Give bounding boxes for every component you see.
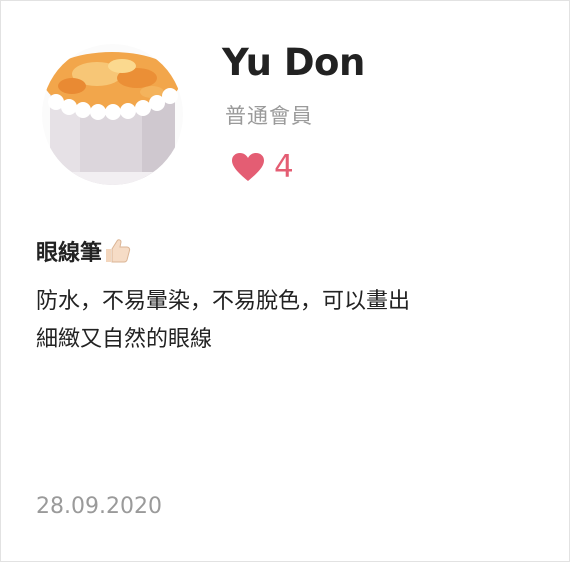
review-body-line: 防水，不易暈染，不易脫色，可以畫出	[36, 289, 411, 314]
user-name[interactable]: Yu Don	[222, 41, 365, 84]
user-avatar[interactable]	[42, 44, 183, 185]
review-body-line: 細緻又自然的眼線	[36, 327, 213, 352]
likes[interactable]: 4	[231, 147, 294, 187]
review-body: 防水，不易暈染，不易脫色，可以畫出 細緻又自然的眼線	[36, 283, 536, 359]
review-card: Yu Don 普通會員 4 眼線筆 防水，不易暈染，不易脫色，可以畫出 細緻又自…	[0, 0, 570, 562]
member-level-label: 普通會員	[225, 104, 313, 128]
thumbs-up-icon	[103, 237, 131, 265]
review-title: 眼線筆	[36, 235, 131, 267]
review-date: 28.09.2020	[36, 494, 162, 519]
like-count: 4	[274, 148, 294, 185]
review-title-text: 眼線筆	[36, 241, 103, 266]
heart-icon[interactable]	[231, 152, 265, 182]
cake-photo-avatar	[42, 44, 183, 185]
